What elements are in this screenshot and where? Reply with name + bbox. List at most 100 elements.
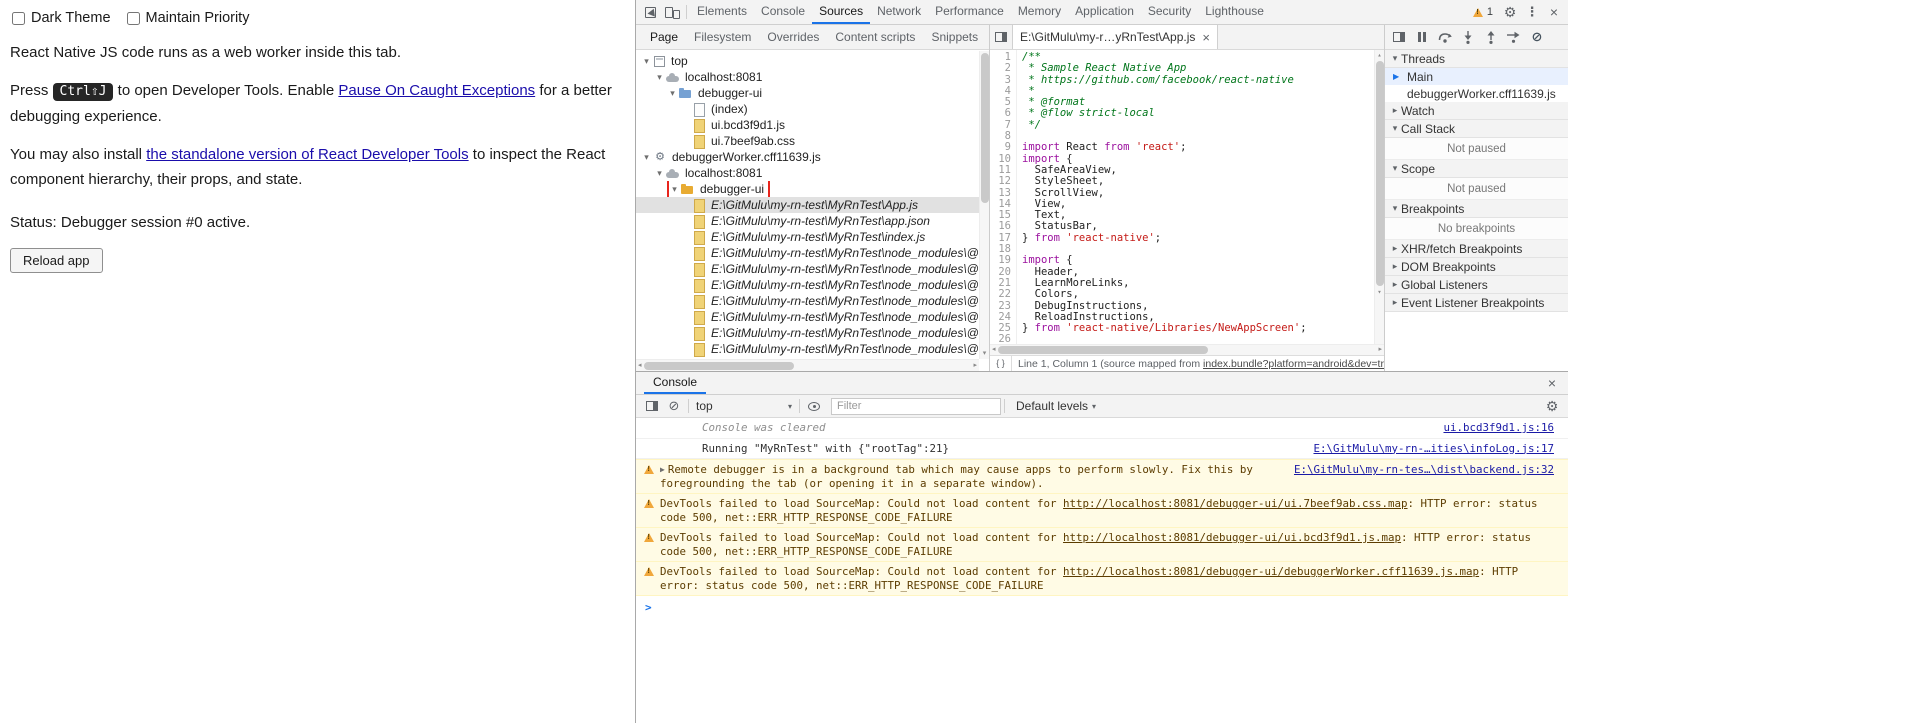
tree-item[interactable]: ▾ top: [636, 53, 989, 69]
close-devtools-icon[interactable]: ×: [1543, 2, 1565, 22]
tree-item[interactable]: ▾ localhost:8081: [636, 69, 989, 85]
tree-item[interactable]: ▾ localhost:8081: [636, 165, 989, 181]
tree-item[interactable]: E:\GitMulu\my-rn-test\MyRnTest\node_modu…: [636, 277, 989, 293]
tab-memory[interactable]: Memory: [1011, 0, 1068, 24]
scrollbar-thumb[interactable]: [980, 53, 989, 203]
console-drawer-tab[interactable]: Console: [644, 372, 707, 394]
context-selector[interactable]: top ▾: [692, 399, 796, 413]
scroll-right-icon[interactable]: ▸: [1378, 345, 1382, 355]
eye-icon[interactable]: [803, 396, 825, 416]
pause-script-icon[interactable]: [1411, 27, 1433, 47]
scroll-right-icon[interactable]: ▸: [973, 361, 977, 371]
scroll-left-icon[interactable]: ◂: [638, 361, 642, 371]
device-toolbar-icon[interactable]: [661, 2, 683, 22]
scroll-left-icon[interactable]: ◂: [992, 345, 996, 355]
tree-item[interactable]: E:\GitMulu\my-rn-test\MyRnTest\node_modu…: [636, 341, 989, 357]
scroll-up-icon[interactable]: ▴: [1377, 50, 1381, 60]
tree-item[interactable]: ▾ debugger-ui: [636, 181, 989, 197]
console-filter-input[interactable]: [831, 397, 1001, 415]
section-threads[interactable]: ▾ Threads: [1385, 50, 1568, 68]
react-devtools-link[interactable]: the standalone version of React Develope…: [146, 146, 468, 163]
tree-item[interactable]: E:\GitMulu\my-rn-test\MyRnTest\index.js: [636, 229, 989, 245]
toggle-sidebar-icon[interactable]: [1388, 27, 1410, 47]
scrollbar-thumb[interactable]: [997, 346, 1208, 354]
thread-item[interactable]: debuggerWorker.cff11639.js: [1385, 85, 1568, 102]
navtab-filesystem[interactable]: Filesystem: [686, 25, 759, 50]
tree-item[interactable]: (index): [636, 101, 989, 117]
toggle-navigator-icon[interactable]: [990, 25, 1012, 49]
section-scope[interactable]: ▾ Scope: [1385, 160, 1568, 178]
console-settings-icon[interactable]: ⚙: [1541, 396, 1563, 416]
sourcemap-url-link[interactable]: http://localhost:8081/debugger-ui/ui.bcd…: [1063, 531, 1401, 544]
inspect-element-icon[interactable]: [639, 2, 661, 23]
section-xhr-fetch-breakpoints[interactable]: ▸ XHR/fetch Breakpoints: [1385, 240, 1568, 258]
tab-sources[interactable]: Sources: [812, 0, 871, 24]
source-map-link[interactable]: index.bundle?platform=android&dev=tru…: [1203, 358, 1384, 370]
deactivate-breakpoints-icon[interactable]: ⊘: [1526, 27, 1548, 47]
tab-console[interactable]: Console: [754, 0, 812, 24]
tab-elements[interactable]: Elements: [690, 0, 754, 24]
expand-arrow-icon[interactable]: ▶: [660, 463, 665, 477]
dark-theme-option[interactable]: Dark Theme: [12, 10, 111, 26]
tree-item[interactable]: ▾ debugger-ui: [636, 85, 989, 101]
pause-on-exceptions-link[interactable]: Pause On Caught Exceptions: [338, 82, 535, 99]
log-levels-dropdown[interactable]: Default levels ▾: [1016, 399, 1096, 413]
tab-lighthouse[interactable]: Lighthouse: [1198, 0, 1271, 24]
tree-vertical-scrollbar[interactable]: ▾: [979, 51, 989, 359]
editor-tab-appjs[interactable]: E:\GitMulu\my-r…yRnTest\App.js ×: [1012, 25, 1218, 49]
warnings-badge[interactable]: 1: [1467, 6, 1499, 18]
close-drawer-icon[interactable]: ×: [1541, 373, 1563, 393]
tree-item[interactable]: E:\GitMulu\my-rn-test\MyRnTest\app.json: [636, 213, 989, 229]
tab-network[interactable]: Network: [870, 0, 928, 24]
tree-item[interactable]: E:\GitMulu\my-rn-test\MyRnTest\node_modu…: [636, 245, 989, 261]
sourcemap-url-link[interactable]: http://localhost:8081/debugger-ui/debugg…: [1063, 565, 1479, 578]
tree-item[interactable]: ui.bcd3f9d1.js: [636, 117, 989, 133]
section-event-listener-breakpoints[interactable]: ▸ Event Listener Breakpoints: [1385, 294, 1568, 312]
thread-item[interactable]: ▶ Main: [1385, 68, 1568, 85]
clear-console-icon[interactable]: ⊘: [663, 396, 685, 416]
tab-performance[interactable]: Performance: [928, 0, 1011, 24]
console-source-link[interactable]: ui.bcd3f9d1.js:16: [1443, 421, 1554, 435]
scroll-down-icon[interactable]: ▾: [1377, 287, 1381, 297]
dark-theme-checkbox[interactable]: [12, 11, 25, 25]
console-sidebar-icon[interactable]: [641, 396, 663, 416]
tree-item[interactable]: E:\GitMulu\my-rn-test\MyRnTest\node_modu…: [636, 293, 989, 309]
scroll-down-icon[interactable]: ▾: [983, 349, 987, 359]
tree-item[interactable]: E:\GitMulu\my-rn-test\MyRnTest\node_modu…: [636, 325, 989, 341]
step-into-icon[interactable]: [1457, 27, 1479, 47]
tree-item[interactable]: E:\GitMulu\my-rn-test\MyRnTest\node_modu…: [636, 261, 989, 277]
tab-security[interactable]: Security: [1141, 0, 1198, 24]
navtab-overrides[interactable]: Overrides: [759, 25, 827, 50]
step-out-icon[interactable]: [1480, 27, 1502, 47]
maintain-priority-option[interactable]: Maintain Priority: [126, 10, 249, 26]
navtab-content-scripts[interactable]: Content scripts: [827, 25, 923, 50]
console-source-link[interactable]: E:\GitMulu\my-rn-tes…\dist\backend.js:32: [1294, 463, 1554, 477]
maintain-priority-checkbox[interactable]: [126, 11, 140, 25]
section-dom-breakpoints[interactable]: ▸ DOM Breakpoints: [1385, 258, 1568, 276]
tree-item[interactable]: ui.7beef9ab.css: [636, 133, 989, 149]
close-tab-icon[interactable]: ×: [1202, 30, 1210, 45]
scrollbar-thumb[interactable]: [643, 361, 794, 370]
editor-vertical-scrollbar[interactable]: ▴ ▾: [1374, 50, 1384, 344]
navtab-snippets[interactable]: Snippets: [923, 25, 986, 50]
kebab-menu-icon[interactable]: ⋮: [1521, 2, 1543, 22]
console-input[interactable]: [652, 601, 1568, 614]
tree-item[interactable]: E:\GitMulu\my-rn-test\MyRnTest\node_modu…: [636, 309, 989, 325]
step-icon[interactable]: [1503, 27, 1525, 47]
pretty-print-icon[interactable]: { }: [990, 356, 1012, 371]
tree-horizontal-scrollbar[interactable]: ◂ ▸: [636, 359, 979, 371]
settings-gear-icon[interactable]: ⚙: [1499, 2, 1521, 22]
tree-item[interactable]: ▾ debuggerWorker.cff11639.js: [636, 149, 989, 165]
tab-application[interactable]: Application: [1068, 0, 1141, 24]
section-watch[interactable]: ▸ Watch: [1385, 102, 1568, 120]
section-breakpoints[interactable]: ▾ Breakpoints: [1385, 200, 1568, 218]
tree-item[interactable]: E:\GitMulu\my-rn-test\MyRnTest\App.js: [636, 197, 989, 213]
console-source-link[interactable]: E:\GitMulu\my-rn-…ities\infoLog.js:17: [1313, 442, 1554, 456]
step-over-icon[interactable]: [1434, 27, 1456, 47]
reload-app-button[interactable]: Reload app: [10, 248, 103, 273]
editor-horizontal-scrollbar[interactable]: ◂ ▸: [990, 344, 1384, 355]
navtab-page[interactable]: Page: [642, 25, 686, 50]
section-global-listeners[interactable]: ▸ Global Listeners: [1385, 276, 1568, 294]
sourcemap-url-link[interactable]: http://localhost:8081/debugger-ui/ui.7be…: [1063, 497, 1408, 510]
code-editor[interactable]: 1 2 3 4 5 6 7 8 9 10 11 12 13 14 15 16 17 18 19 20 21 22 23 24 2…: [990, 50, 1384, 344]
